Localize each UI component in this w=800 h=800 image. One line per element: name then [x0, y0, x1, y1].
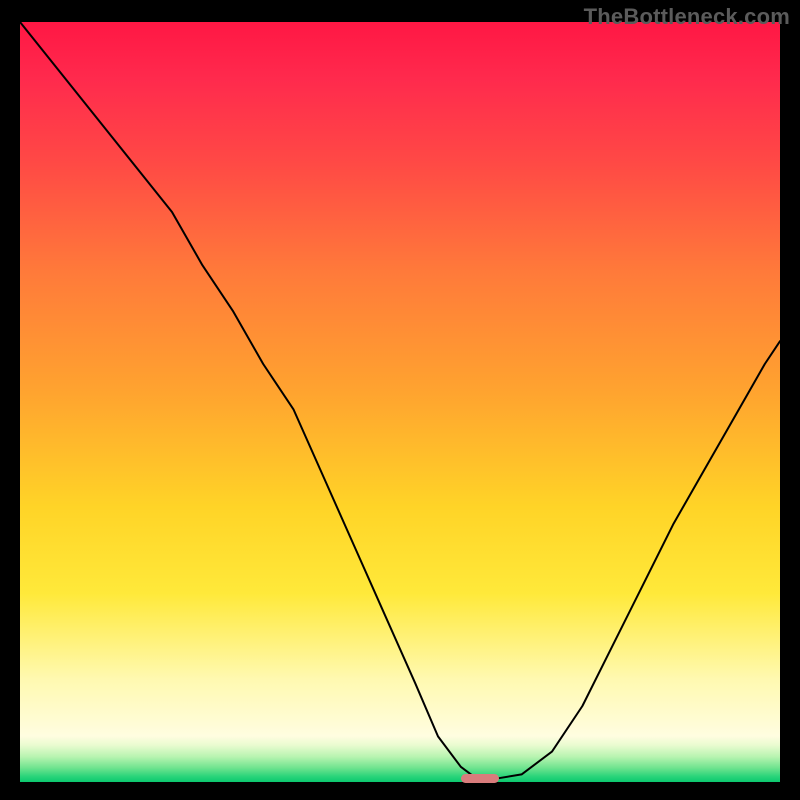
- plot-area: [20, 22, 780, 782]
- optimum-marker: [461, 774, 499, 783]
- watermark-text: TheBottleneck.com: [584, 4, 790, 30]
- chart-frame: TheBottleneck.com: [0, 0, 800, 800]
- bottleneck-curve: [20, 22, 780, 782]
